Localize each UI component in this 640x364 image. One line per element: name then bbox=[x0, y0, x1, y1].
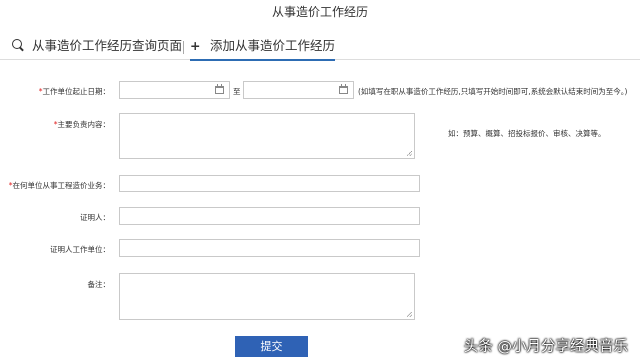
witness-label: 证明人： bbox=[80, 213, 110, 222]
business-input[interactable] bbox=[119, 175, 420, 192]
tab-divider bbox=[183, 41, 184, 54]
start-date-input[interactable] bbox=[119, 81, 230, 99]
calendar-icon[interactable] bbox=[339, 84, 348, 94]
calendar-icon[interactable] bbox=[215, 84, 224, 94]
witness-employer-label: 证明人工作单位： bbox=[50, 245, 110, 254]
tab-bar: 从事造价工作经历查询页面 + 添加从事造价工作经历 bbox=[0, 33, 640, 61]
tab-add[interactable]: + 添加从事造价工作经历 bbox=[190, 36, 336, 61]
responsibilities-textarea[interactable] bbox=[119, 113, 415, 159]
tab-query-label: 从事造价工作经历查询页面 bbox=[32, 38, 183, 53]
responsibilities-label: *主要负责内容： bbox=[53, 120, 110, 129]
search-icon bbox=[12, 36, 28, 56]
remarks-textarea[interactable] bbox=[119, 273, 415, 320]
business-label: *在何单位从事工程造价业务： bbox=[8, 181, 110, 190]
page-title: 从事造价工作经历 bbox=[271, 5, 368, 19]
tab-add-label: 添加从事造价工作经历 bbox=[210, 38, 336, 53]
date-separator: 至 bbox=[233, 87, 241, 96]
witness-employer-input[interactable] bbox=[119, 239, 420, 257]
plus-icon: + bbox=[190, 38, 201, 53]
end-date-input[interactable] bbox=[243, 81, 354, 99]
responsibilities-hint: 如：预算、概算、招投标报价、审核、决算等。 bbox=[448, 129, 606, 138]
resize-handle[interactable] bbox=[407, 312, 412, 317]
watermark: 头条 @小月分享经典音乐 bbox=[463, 339, 628, 355]
tab-query[interactable]: 从事造价工作经历查询页面 bbox=[12, 36, 182, 58]
remarks-label: 备注： bbox=[87, 280, 111, 289]
work-period-label: *工作单位起止日期： bbox=[38, 87, 110, 96]
work-period-hint: (如填写在职从事造价工作经历,只填写开始时间即可,系统会默认结束时间为至今。) bbox=[358, 87, 628, 96]
resize-handle[interactable] bbox=[407, 151, 412, 156]
submit-button[interactable]: 提交 bbox=[235, 336, 308, 357]
witness-input[interactable] bbox=[119, 207, 420, 225]
